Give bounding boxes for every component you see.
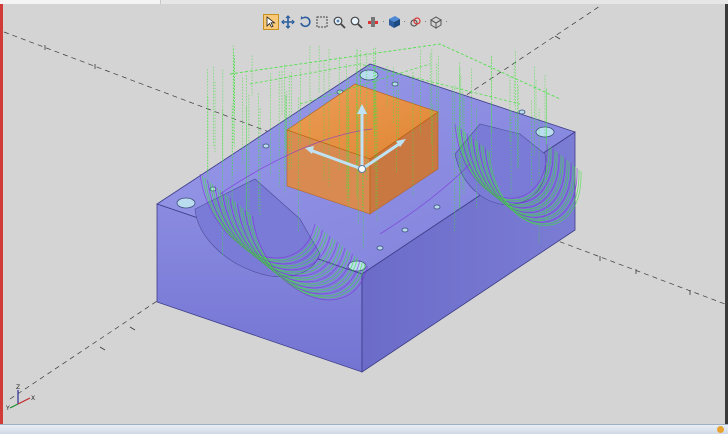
toolbar-separator: · — [403, 18, 406, 26]
visibility-icon[interactable] — [407, 13, 423, 31]
shaded-view-icon[interactable] — [386, 13, 402, 31]
triad-x-label: X — [31, 395, 36, 402]
toolbar-separator: · — [424, 18, 427, 26]
pan-icon[interactable] — [280, 13, 296, 31]
cam-3d-scene[interactable] — [0, 4, 728, 424]
triad-y-label: Y — [6, 405, 10, 412]
status-indicator-icon — [717, 426, 724, 433]
orientation-triad: X Y Z — [6, 384, 46, 414]
zoom-icon[interactable] — [331, 13, 347, 31]
toolbar-separator: · — [382, 18, 385, 26]
graphics-viewport[interactable]: · · · · X Y Z — [0, 4, 728, 424]
zoom-fit-icon[interactable] — [348, 13, 364, 31]
view-toolbar: · · · · — [263, 12, 448, 32]
triad-z-label: Z — [16, 384, 21, 391]
toolbar-separator: · — [445, 18, 448, 26]
select-arrow-icon[interactable] — [263, 14, 279, 30]
view-orientation-icon[interactable] — [428, 13, 444, 31]
rotate-icon[interactable] — [297, 13, 313, 31]
zoom-window-icon[interactable] — [314, 13, 330, 31]
section-plane-icon[interactable] — [365, 13, 381, 31]
